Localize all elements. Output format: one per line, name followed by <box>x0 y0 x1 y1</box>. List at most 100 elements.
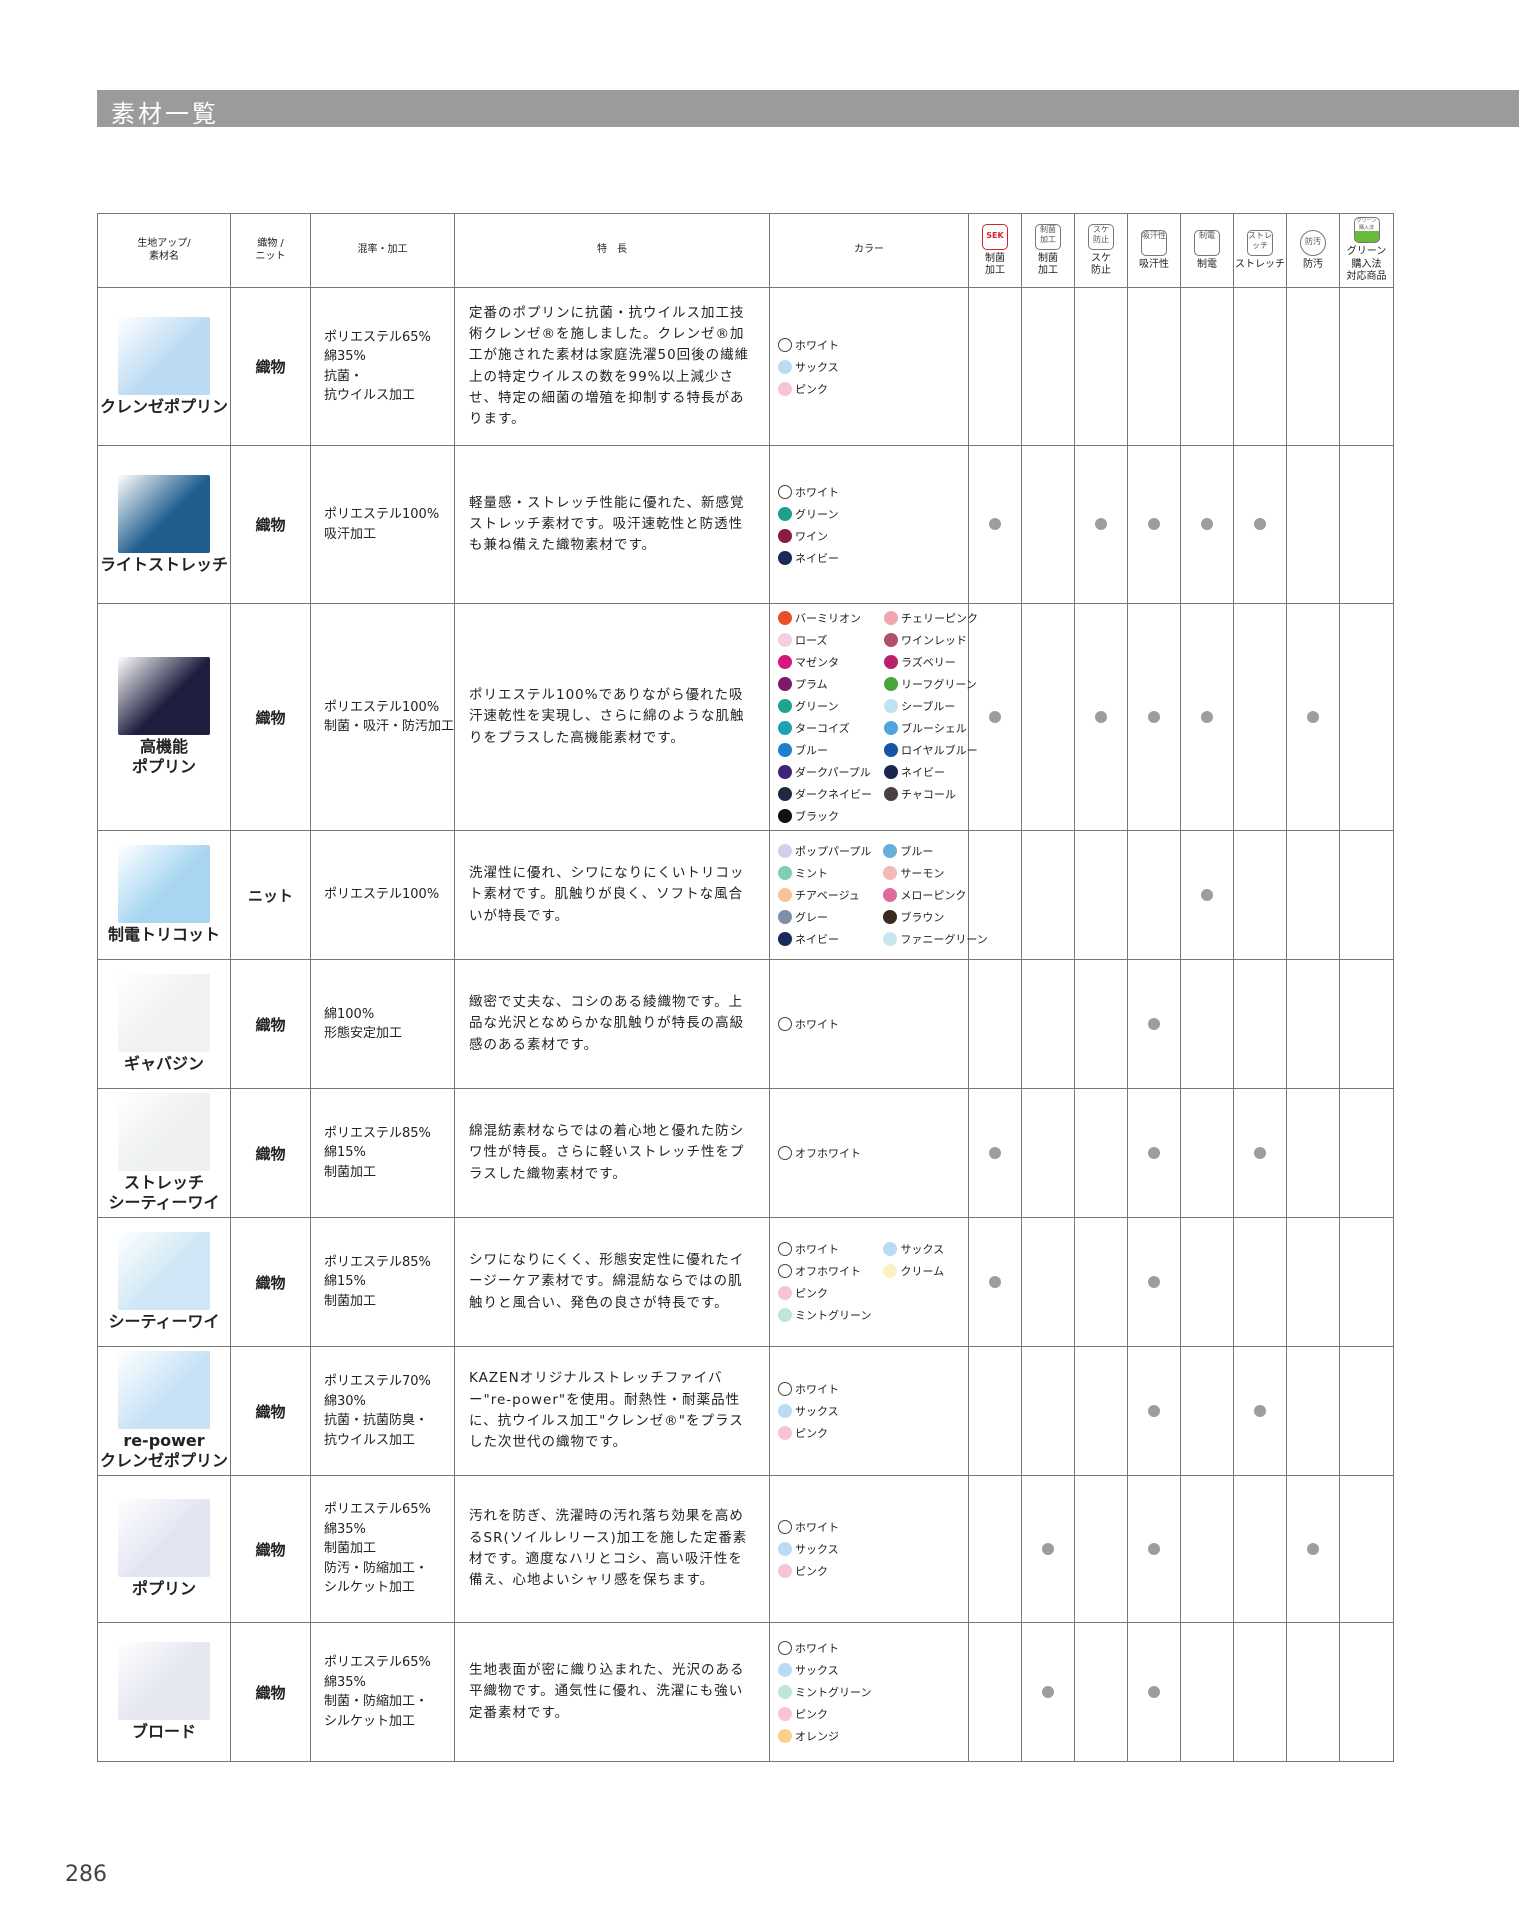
function-mark-cell <box>968 959 1022 1089</box>
color-swatch-dot <box>778 337 792 352</box>
color-swatch-dot <box>778 1264 792 1278</box>
color-swatch-dot <box>884 765 898 779</box>
color-swatch-dot <box>884 655 898 669</box>
color-swatch-dot <box>778 1146 792 1160</box>
color-swatch-dot <box>778 677 792 691</box>
color-swatch-dot <box>778 1520 792 1534</box>
function-applies-dot <box>1254 518 1266 530</box>
function-applies-dot <box>1307 710 1319 723</box>
function-mark-cell <box>1233 287 1287 446</box>
table-row: シーティーワイ 織物 ポリエステル85% 綿15% 制菌加工 シワになりにくく、形態安… <box>97 1217 1394 1347</box>
color-name: シーブルー <box>901 700 956 713</box>
function-mark-cell <box>1021 445 1075 604</box>
color-name: ホワイト <box>795 338 839 352</box>
function-mark-cell <box>1074 1622 1128 1762</box>
function-mark-cell <box>1021 959 1075 1089</box>
composition: ポリエステル65% 綿35% 制菌加工 防汚・防縮加工・ シルケット加工 <box>310 1475 455 1623</box>
header-function-label: 制菌 加工 <box>1038 252 1058 277</box>
function-mark-cell <box>1286 603 1340 831</box>
function-mark-cell <box>1339 1475 1394 1623</box>
color-swatch-dot <box>778 910 792 924</box>
fabric-swatch-image <box>118 1093 210 1171</box>
header-function-label: ストレッチ <box>1235 258 1285 270</box>
color-option: ターコイズ <box>778 718 872 738</box>
color-swatch-dot <box>778 866 792 880</box>
color-name: クリーム <box>900 1265 945 1278</box>
color-name: マゼンタ <box>795 656 839 669</box>
color-swatch-dot <box>778 1641 792 1655</box>
table-row: ストレッチ シーティーワイ 織物 ポリエステル85% 綿15% 制菌加工 綿混紡素材な… <box>97 1088 1394 1218</box>
function-mark-cell <box>1233 1622 1287 1762</box>
color-swatch-dot <box>778 1426 792 1440</box>
fabric-swatch-image <box>118 1642 210 1720</box>
fabric-cell: ライトストレッチ <box>97 445 231 604</box>
function-mark-cell <box>1180 1346 1234 1476</box>
function-mark-cell <box>1127 603 1181 831</box>
color-swatch-dot <box>778 1685 792 1699</box>
composition: ポリエステル70% 綿30% 抗菌・抗菌防臭・ 抗ウイルス加工 <box>310 1346 455 1476</box>
color-swatch-dot <box>778 787 792 801</box>
function-mark-cell <box>1339 1346 1394 1476</box>
color-name: チアベージュ <box>795 889 860 902</box>
table-row: ポプリン 織物 ポリエステル65% 綿35% 制菌加工 防汚・防縮加工・ シルケット… <box>97 1475 1394 1623</box>
color-swatch-dot <box>883 844 898 858</box>
color-name: オフホワイト <box>795 1147 861 1160</box>
color-list: ホワイト <box>769 959 969 1089</box>
color-swatch-dot <box>778 932 792 946</box>
color-swatch-dot <box>883 888 898 902</box>
color-option: ミント <box>778 863 871 883</box>
color-name: ワインレッド <box>901 634 967 647</box>
color-name: ホワイト <box>795 1521 839 1534</box>
table-row: 高機能 ポプリン 織物 ポリエステル100% 制菌・吸汗・防汚加工 ポリエステル100… <box>97 603 1394 831</box>
sek-icon: SEK <box>982 223 1008 250</box>
function-mark-cell <box>1074 287 1128 446</box>
color-list: ホワイト サックス ミントグリーン ピンク オレンジ <box>769 1622 969 1762</box>
color-swatch-dot <box>778 1542 792 1556</box>
function-applies-dot <box>1201 710 1213 723</box>
function-mark-cell <box>1286 959 1340 1089</box>
function-applies-dot <box>1201 518 1213 530</box>
color-name: ミントグリーン <box>795 1686 872 1699</box>
function-mark-cell <box>1074 603 1128 831</box>
color-name: ホワイト <box>795 1243 839 1256</box>
color-option: チェリーピンク <box>884 608 978 628</box>
function-applies-dot <box>989 518 1001 530</box>
function-applies-dot <box>1148 1685 1160 1698</box>
features-text: 綿混紡素材ならではの着心地と優れた防シワ性が特長。さらに軽いストレッチ性をプラス… <box>454 1088 770 1218</box>
color-swatch-dot <box>778 484 792 499</box>
function-applies-dot <box>1254 1146 1266 1159</box>
material-name: クレンゼポプリン <box>99 396 228 416</box>
antibacterial-icon: 制菌 加工 <box>1035 223 1061 250</box>
color-option: ワインレッド <box>884 630 978 650</box>
fabric-cell: ギャバジン <box>97 959 231 1089</box>
function-mark-cell <box>1286 287 1340 446</box>
color-option: ホワイト <box>778 1239 871 1259</box>
material-name: ギャバジン <box>123 1054 204 1073</box>
fabric-cell: ストレッチ シーティーワイ <box>97 1088 231 1218</box>
function-mark-cell <box>1339 1217 1394 1347</box>
function-mark-cell <box>1339 830 1394 960</box>
color-name: ピンク <box>795 1427 828 1440</box>
fabric-type: 織物 <box>230 1217 311 1347</box>
fabric-swatch-image <box>118 474 210 553</box>
header-function-label: 制菌 加工 <box>985 252 1005 277</box>
color-list: ホワイト サックス ピンク <box>769 1346 969 1476</box>
features-text: シワになりにくく、形態安定性に優れたイージーケア素材です。綿混紡ならではの肌触り… <box>454 1217 770 1347</box>
color-swatch-dot <box>778 699 792 713</box>
function-mark-cell <box>1339 287 1394 446</box>
function-applies-dot <box>1148 1275 1160 1288</box>
color-option: ワイン <box>778 526 839 546</box>
color-option: ネイビー <box>884 762 978 782</box>
color-swatch-dot <box>883 1242 898 1256</box>
color-option: チアベージュ <box>778 885 871 905</box>
color-option: サックス <box>778 1660 871 1680</box>
color-name: ブラック <box>795 810 839 823</box>
function-mark-cell <box>1339 1088 1394 1218</box>
color-name: ホワイト <box>795 1642 839 1655</box>
function-mark-cell <box>1127 1475 1181 1623</box>
table-body: クレンゼポプリン 織物 ポリエステル65% 綿35% 抗菌・ 抗ウイルス加工 定番のポ… <box>97 287 1394 1762</box>
fabric-type: 織物 <box>230 445 311 604</box>
color-list: ホワイト サックス ピンク <box>769 1475 969 1623</box>
header-colors: カラー <box>769 213 969 288</box>
materials-table: 生地アップ/ 素材名 織物 / ニット 混率・加工 特 長 カラー SEK 制菌 … <box>97 213 1394 1762</box>
